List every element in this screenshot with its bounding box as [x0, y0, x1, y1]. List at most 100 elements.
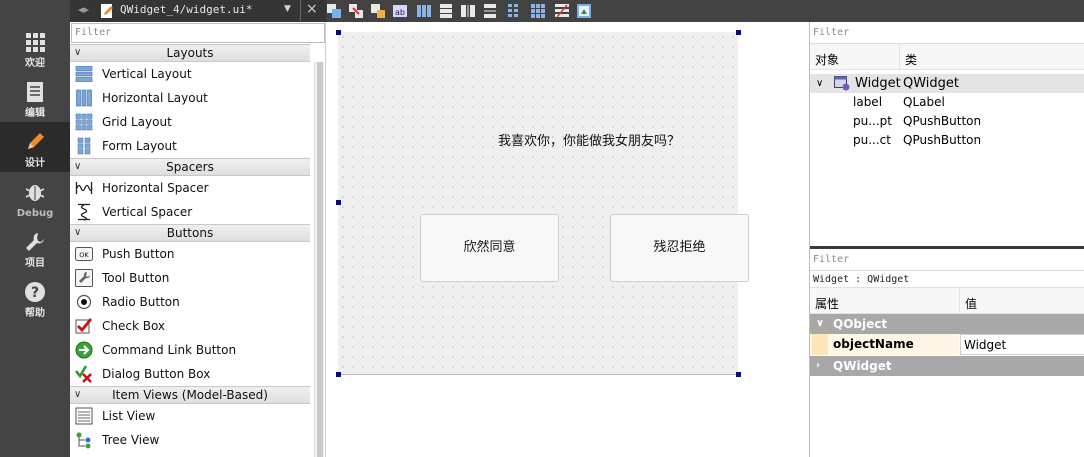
collapse-arrow-icon: ∨ — [74, 389, 82, 400]
property-group-qwidget[interactable]: › QWidget — [810, 356, 1084, 376]
mode-projects[interactable]: 项目 — [0, 222, 70, 272]
mode-design[interactable]: 设计 — [0, 122, 70, 172]
object-inspector-header: 对象 类 — [810, 44, 1084, 70]
form-label[interactable]: 我喜欢你，你能做我女朋友吗？ — [498, 130, 680, 149]
object-row-pushbutton[interactable]: pu...pt QPushButton — [810, 112, 1084, 131]
object-row-pushbutton[interactable]: pu...ct QPushButton — [810, 131, 1084, 150]
property-value-input[interactable]: Widget — [960, 334, 1084, 355]
widget-item-vertical-spacer[interactable]: Vertical Spacer — [70, 200, 310, 224]
ui-file-icon — [101, 4, 113, 18]
widget-item-dialog-button-box[interactable]: Dialog Button Box — [70, 362, 310, 386]
widget-item-grid-layout[interactable]: Grid Layout — [70, 110, 310, 134]
column-class[interactable]: 类 — [905, 51, 917, 68]
widget-item-horizontal-layout[interactable]: Horizontal Layout — [70, 86, 310, 110]
collapse-arrow-icon: ∨ — [74, 47, 82, 58]
property-row-objectname[interactable]: objectName Widget — [810, 334, 1084, 355]
grid-layout-icon — [75, 113, 93, 131]
mode-help[interactable]: ? 帮助 — [0, 272, 70, 322]
resize-handle[interactable] — [736, 372, 741, 377]
vertical-layout-icon — [75, 66, 93, 82]
radio-button-icon — [76, 294, 92, 310]
dropdown-arrow-icon[interactable]: ▼ — [284, 4, 291, 14]
vertical-spacer-icon — [78, 203, 90, 221]
layout-form-icon[interactable] — [506, 3, 522, 19]
layout-grid-icon[interactable] — [530, 3, 546, 19]
widget-item-tree-view[interactable]: Tree View — [70, 428, 310, 452]
property-group-qobject[interactable]: ∨ QObject — [810, 314, 1084, 334]
collapse-arrow-icon[interactable]: ∨ — [816, 314, 824, 334]
resize-handle[interactable] — [336, 372, 341, 377]
break-layout-icon[interactable] — [554, 3, 570, 19]
property-editor-class-line: Widget : QWidget — [810, 272, 1084, 288]
widget-item-command-link-button[interactable]: Command Link Button — [70, 338, 310, 362]
resize-handle[interactable] — [336, 200, 341, 205]
collapse-arrow-icon: ∨ — [74, 227, 82, 238]
widget-item-list-view[interactable]: List View — [70, 404, 310, 428]
layout-vertical-icon[interactable] — [438, 3, 454, 19]
widget-item-check-box[interactable]: Check Box — [70, 314, 310, 338]
push-button-icon: OK — [75, 247, 93, 261]
accept-push-button[interactable]: 欣然同意 — [420, 214, 559, 282]
column-value[interactable]: 值 — [965, 295, 977, 312]
category-buttons[interactable]: ∨ Buttons — [70, 224, 310, 242]
mode-label-projects: 项目 — [25, 258, 45, 269]
category-layouts[interactable]: ∨ Layouts — [70, 44, 310, 62]
column-object[interactable]: 对象 — [815, 51, 839, 68]
expand-arrow-icon[interactable]: ∨ — [816, 74, 823, 93]
command-link-icon — [75, 341, 93, 359]
edit-tab-order-icon[interactable]: ab — [392, 3, 408, 19]
scrollbar-thumb[interactable] — [317, 62, 323, 457]
back-forward-icon[interactable]: ◂▸ — [78, 3, 89, 16]
widget-item-radio-button[interactable]: Radio Button — [70, 290, 310, 314]
mode-label-welcome: 欢迎 — [25, 58, 45, 69]
mode-welcome[interactable]: 欢迎 — [0, 22, 70, 72]
widget-item-push-button[interactable]: OK Push Button — [70, 242, 310, 266]
mode-debug[interactable]: Debug — [0, 172, 70, 222]
refuse-push-button[interactable]: 残忍拒绝 — [610, 214, 749, 282]
edit-widgets-icon[interactable] — [326, 3, 342, 19]
form-widget-canvas[interactable]: 我喜欢你，你能做我女朋友吗？ 欣然同意 残忍拒绝 — [338, 32, 749, 375]
bug-icon — [25, 185, 45, 201]
layout-v-splitter-icon[interactable] — [482, 3, 498, 19]
property-editor-filter[interactable]: Filter — [810, 250, 1084, 271]
object-row-label[interactable]: label QLabel — [810, 93, 1084, 112]
layout-h-splitter-icon[interactable] — [460, 3, 476, 19]
layout-horizontal-icon[interactable] — [416, 3, 432, 19]
adjust-size-icon[interactable] — [576, 3, 592, 19]
svg-text:ab: ab — [395, 8, 405, 17]
widget-box-filter[interactable]: Filter — [71, 23, 325, 43]
widget-box: Filter ∨ Layouts Vertical Layout Horizont… — [70, 22, 326, 457]
list-view-icon — [75, 407, 93, 425]
horizontal-layout-icon — [76, 89, 92, 107]
widget-item-vertical-layout[interactable]: Vertical Layout — [70, 62, 310, 86]
check-box-icon — [75, 318, 93, 334]
right-panels: Filter 对象 类 ∨ Widget QWidget label QLabe… — [809, 22, 1084, 457]
object-inspector-filter[interactable]: Filter — [810, 22, 1084, 44]
resize-handle[interactable] — [736, 30, 741, 35]
property-editor-header: 属性 值 — [810, 288, 1084, 314]
resize-handle[interactable] — [336, 30, 341, 35]
category-spacers[interactable]: ∨ Spacers — [70, 158, 310, 176]
category-item-views[interactable]: ∨ Item Views (Model-Based) — [70, 386, 310, 404]
widget-box-scrollbar[interactable] — [314, 62, 324, 457]
column-property[interactable]: 属性 — [815, 295, 839, 312]
mode-bar: 欢迎 编辑 设计 Debug 项目 ? 帮助 — [0, 0, 70, 457]
mode-label-help: 帮助 — [25, 308, 45, 319]
edit-signals-icon[interactable] — [348, 3, 364, 19]
mode-label-design: 设计 — [25, 158, 45, 169]
pencil-icon — [28, 133, 44, 149]
widget-item-form-layout[interactable]: Form Layout — [70, 134, 310, 158]
object-row-widget[interactable]: ∨ Widget QWidget — [810, 74, 1084, 93]
svg-text:OK: OK — [79, 251, 89, 259]
edit-buddies-icon[interactable] — [370, 3, 386, 19]
expand-arrow-icon[interactable]: › — [816, 356, 820, 376]
mode-edit[interactable]: 编辑 — [0, 72, 70, 122]
widget-item-horizontal-spacer[interactable]: Horizontal Spacer — [70, 176, 310, 200]
file-tab[interactable]: ◂▸ QWidget_4/widget.ui* ▼ × — [70, 0, 326, 22]
svg-text:?: ? — [31, 285, 39, 301]
mode-label-debug: Debug — [16, 208, 54, 219]
close-icon[interactable]: × — [306, 1, 318, 17]
widget-item-tool-button[interactable]: Tool Button — [70, 266, 310, 290]
form-layout-icon — [77, 137, 91, 155]
panel-splitter[interactable] — [810, 246, 1084, 249]
